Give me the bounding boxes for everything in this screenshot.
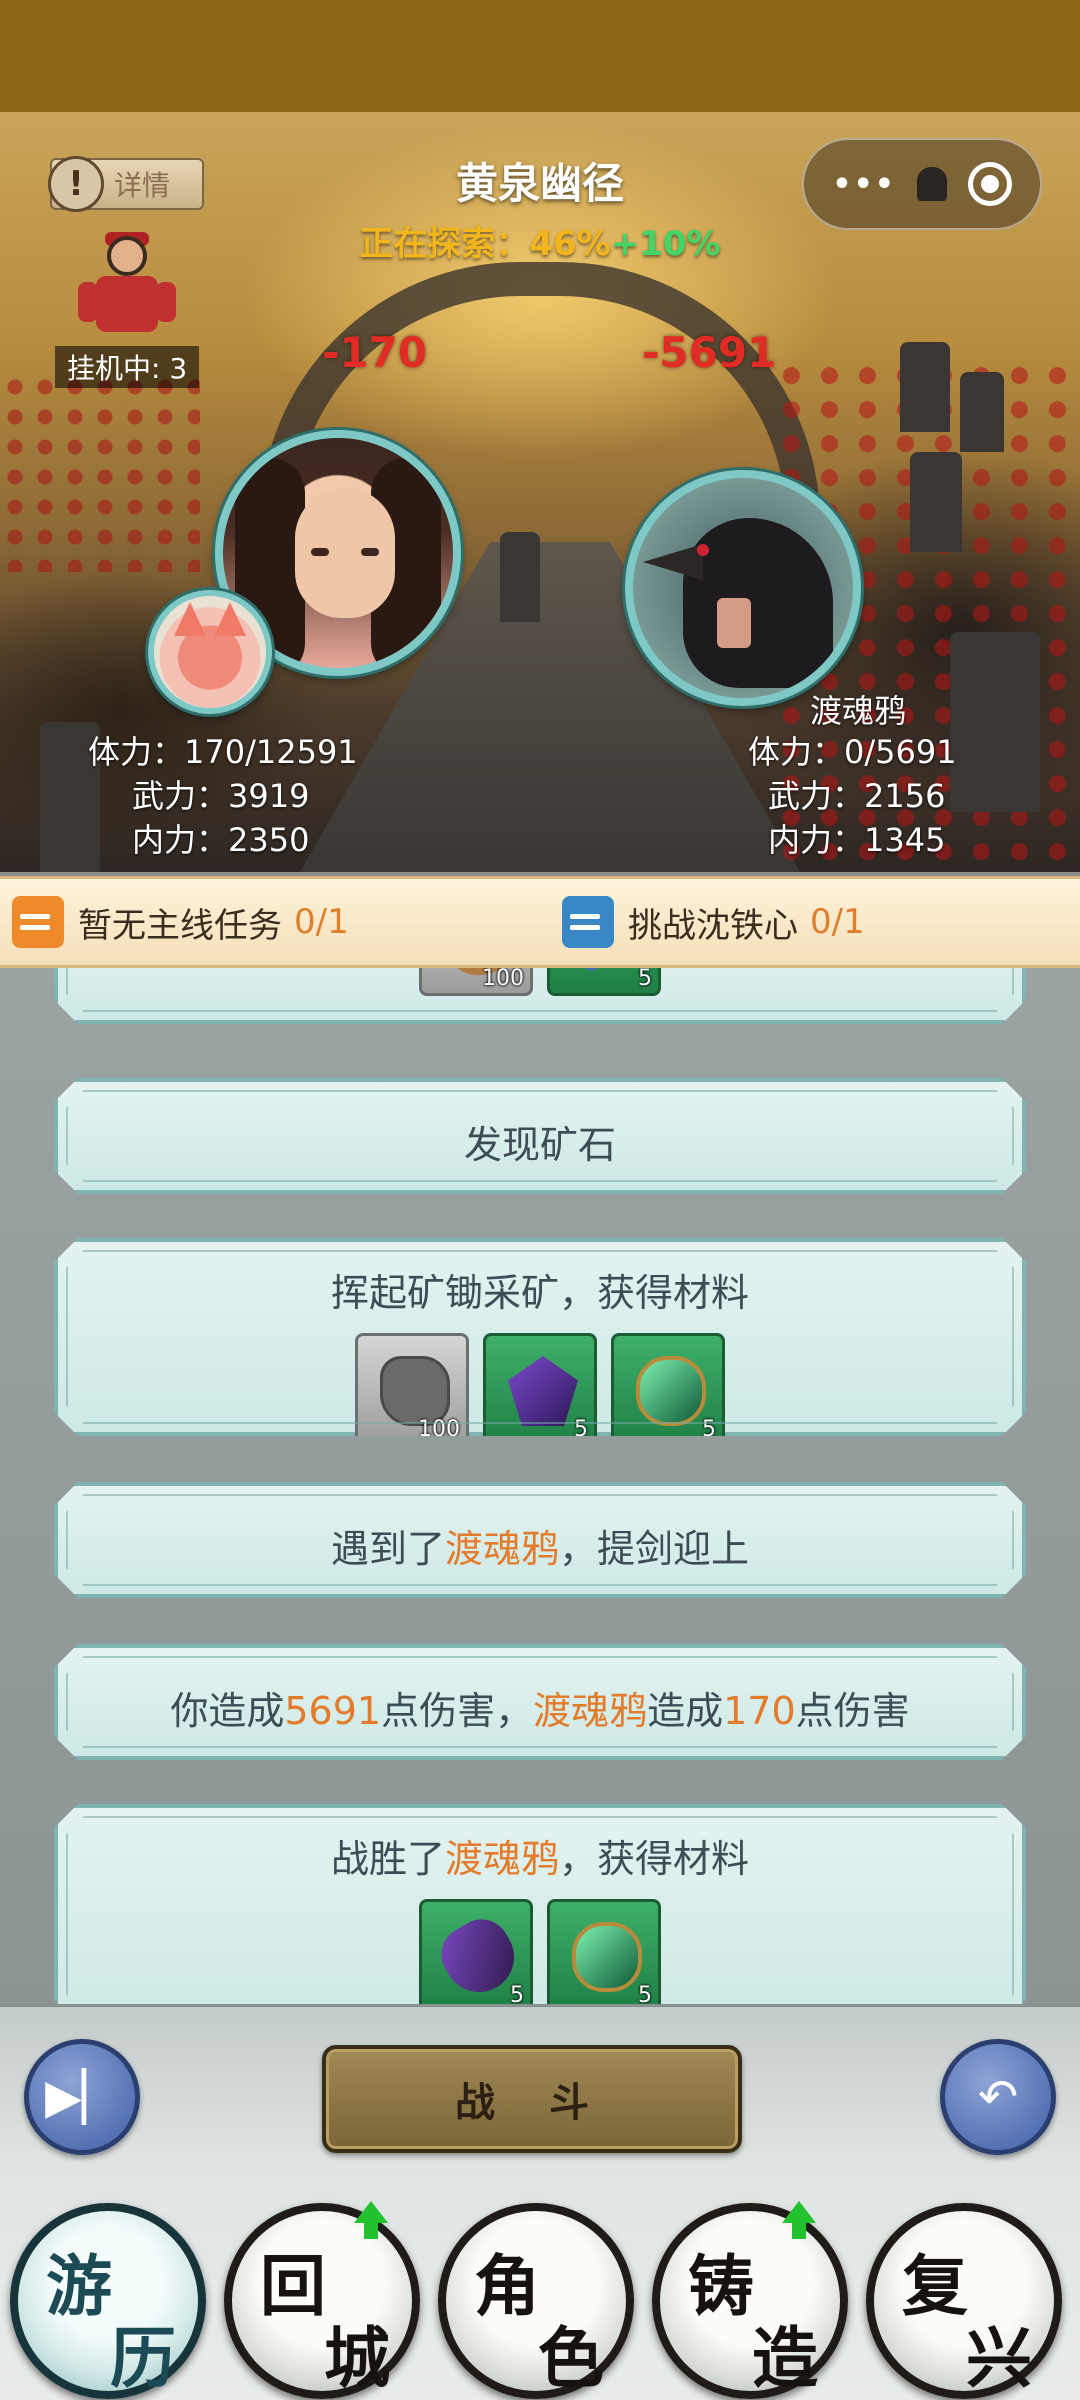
log-text: 战胜了渡魂鸦，获得材料 [330, 1837, 750, 1881]
wood-log-icon[interactable]: 100 [419, 968, 533, 996]
player-stats: 体力：170/12591 武力：3919 内力：2350 [88, 730, 358, 862]
enemy-name-highlight: 渡魂鸦 [444, 1527, 559, 1571]
log-text: 发现矿石 [463, 1123, 616, 1167]
item-count: 100 [418, 1417, 460, 1442]
log-card: 遇到了渡魂鸦，提剑迎上 [54, 1482, 1026, 1598]
item-count: 5 [510, 1983, 524, 2004]
tombstone [900, 342, 950, 432]
main-quest[interactable]: 暂无主线任务 0/1 [12, 879, 542, 965]
log-card: 挥起矿锄采矿，获得材料 100 5 5 [54, 1238, 1026, 1436]
explore-bonus: +10% [610, 224, 721, 264]
explore-progress: 正在探索：46%+10% [340, 216, 740, 265]
purple-larva-icon[interactable]: 5 [419, 1899, 533, 2004]
enemy-name: 渡魂鸦 [809, 692, 906, 730]
upgrade-arrow-icon [354, 2201, 388, 2241]
quest-count: 0/1 [294, 902, 349, 942]
enemy-name-highlight: 渡魂鸦 [533, 1689, 648, 1733]
bottom-nav: 游历 回城 角色 铸造 复兴 [0, 2197, 1080, 2400]
player-hp: 体力：170/12591 [88, 733, 358, 771]
enemy-inner-power: 内力：1345 [768, 821, 946, 859]
nav-revive[interactable]: 复兴 [866, 2203, 1062, 2399]
enemy-portrait [625, 470, 861, 706]
bottom-controls: ▶▏ 战 斗 ↶ 游历 回城 角色 铸造 复兴 [0, 2004, 1080, 2400]
mini-program-capsule: ••• [802, 138, 1042, 230]
upgrade-arrow-icon [782, 2201, 816, 2241]
item-count: 5 [702, 1417, 716, 1442]
challenge-quest[interactable]: 挑战沈铁心 0/1 [562, 879, 865, 965]
nav-forge[interactable]: 铸造 [652, 2201, 848, 2399]
info-icon: ! [48, 156, 104, 212]
player-attack: 武力：3919 [132, 777, 310, 815]
log-card: 战胜了渡魂鸦，获得材料 5 5 [54, 1804, 1026, 2004]
bell-icon[interactable] [916, 167, 947, 201]
tombstone [960, 372, 1004, 452]
quest-count: 0/1 [810, 902, 865, 942]
log-text: 挥起矿锄采矿，获得材料 [330, 1271, 749, 1315]
quest-title: 挑战沈铁心 [628, 905, 798, 946]
skip-button[interactable]: ▶▏ [24, 2039, 140, 2155]
enemy-name-highlight: 渡魂鸦 [444, 1837, 559, 1881]
checklist-icon [562, 896, 614, 948]
detail-label: 详情 [114, 169, 171, 202]
status-bar [0, 0, 1080, 112]
idle-status-label: 挂机中: 3 [55, 346, 200, 388]
nav-character[interactable]: 角色 [438, 2203, 634, 2399]
jade-gem-icon[interactable]: 5 [547, 1899, 661, 2004]
player-damage-text: -170 [322, 328, 428, 377]
location-title: 黄泉幽径 [455, 159, 624, 208]
fight-button[interactable]: 战 斗 [322, 2045, 742, 2153]
log-text: 遇到了渡魂鸦，提剑迎上 [330, 1527, 750, 1571]
item-count: 5 [574, 1417, 588, 1442]
red-flowers [0, 372, 200, 572]
tombstone [950, 632, 1040, 812]
more-menu-icon[interactable]: ••• [832, 167, 896, 202]
close-target-icon[interactable] [967, 162, 1012, 206]
log-card: 100 5 [54, 968, 1026, 1024]
back-arrow-icon: ↶ [977, 2069, 1019, 2125]
purple-crystal-icon[interactable]: 5 [483, 1333, 597, 1447]
item-count: 5 [638, 1983, 652, 2004]
quest-title: 暂无主线任务 [78, 905, 282, 946]
log-card: 你造成5691点伤害，渡魂鸦造成170点伤害 [54, 1644, 1026, 1760]
enemy-hp: 体力：0/5691 [748, 733, 957, 771]
checklist-icon [12, 896, 64, 948]
player-inner-power: 内力：2350 [132, 821, 310, 859]
enemy-stats: 体力：0/5691 武力：2156 内力：1345 [748, 730, 957, 862]
back-button[interactable]: ↶ [940, 2039, 1056, 2155]
pet-portrait [148, 590, 272, 714]
tombstone [910, 452, 962, 552]
enemy-damage-text: -5691 [642, 328, 777, 377]
tombstone [500, 532, 540, 622]
tool-icon[interactable]: 5 [547, 968, 661, 996]
detail-button[interactable]: ! 详情 [48, 156, 204, 212]
enemy-attack: 武力：2156 [768, 777, 946, 815]
explore-label: 正在探索：46% [359, 224, 611, 264]
ore-rock-icon[interactable]: 100 [355, 1333, 469, 1447]
nav-return-city[interactable]: 回城 [224, 2201, 420, 2399]
item-count: 5 [638, 968, 652, 991]
jade-gem-icon[interactable]: 5 [611, 1333, 725, 1447]
item-count: 100 [482, 968, 524, 991]
skip-icon: ▶▏ [45, 2069, 119, 2125]
idle-character-icon[interactable] [72, 232, 182, 342]
event-log[interactable]: 100 5 发现矿石 挥起矿锄采矿，获得材料 100 5 5 遇到了渡魂鸦，提剑… [0, 968, 1080, 2004]
quest-bar: 暂无主线任务 0/1 挑战沈铁心 0/1 [0, 876, 1080, 968]
log-text: 你造成5691点伤害，渡魂鸦造成170点伤害 [170, 1689, 910, 1733]
log-card: 发现矿石 [54, 1078, 1026, 1194]
nav-travel[interactable]: 游历 [10, 2203, 206, 2399]
